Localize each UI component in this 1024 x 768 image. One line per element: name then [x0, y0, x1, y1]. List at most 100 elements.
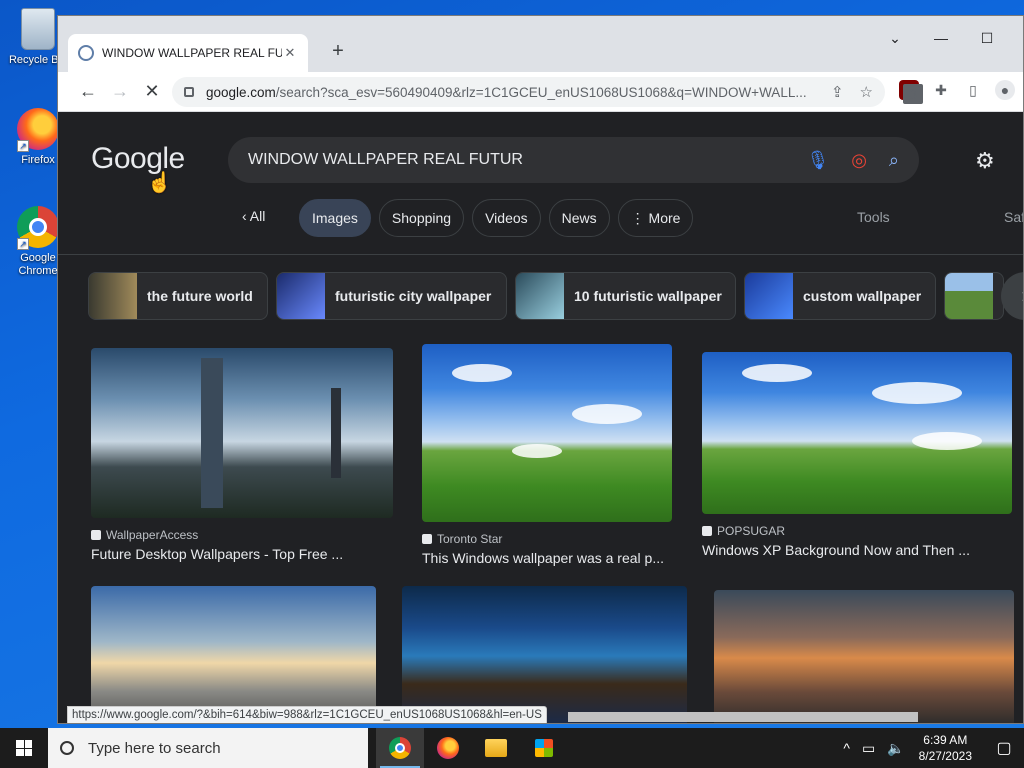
result-image[interactable] [402, 586, 687, 723]
maximize-button[interactable]: ☐ [964, 30, 1010, 47]
result-title[interactable]: This Windows wallpaper was a real p... [422, 550, 672, 566]
firefox-icon: ↗ [17, 108, 59, 152]
taskbar-chrome[interactable] [376, 728, 424, 768]
chrome-icon: ↗ [17, 206, 59, 250]
result-image[interactable] [714, 590, 1014, 723]
share-icon[interactable]: ⇪ [831, 83, 844, 101]
tab-strip: WINDOW WALLPAPER REAL FUTUR ✕ + ⌄ — ☐ [58, 16, 1023, 72]
system-tray: ^ ▭ 🔈 6:39 AM 8/27/2023 ▢ [837, 728, 1024, 768]
settings-gear-icon[interactable]: ⚙ [975, 148, 995, 174]
lock-icon[interactable] [184, 87, 194, 97]
recycle-bin-icon [21, 8, 55, 50]
result-source[interactable]: POPSUGAR [702, 524, 1012, 538]
filter-videos[interactable]: Videos [472, 199, 541, 237]
loading-favicon-icon [78, 45, 94, 61]
google-images-page: Google ☝ WINDOW WALLPAPER REAL FUTUR 🎙 ◎… [58, 112, 1023, 723]
tab-search-button[interactable]: ⌄ [872, 30, 918, 47]
chevron-left-icon: ‹ [242, 208, 250, 224]
taskbar-search[interactable]: Type here to search [48, 728, 368, 768]
related-thumbnail [277, 273, 325, 319]
back-button[interactable]: ← [72, 81, 104, 102]
chevron-right-icon[interactable]: › [1001, 272, 1023, 320]
filter-chips: Images Shopping Videos News ⋮ More [299, 199, 694, 237]
minimize-button[interactable]: — [918, 30, 964, 46]
filter-shopping[interactable]: Shopping [378, 199, 465, 237]
result-image[interactable] [91, 348, 393, 518]
image-result[interactable]: Toronto Star This Windows wallpaper was … [422, 344, 672, 566]
result-title[interactable]: Windows XP Background Now and Then ... [702, 542, 1012, 558]
clock-time: 6:39 AM [923, 733, 968, 747]
shortcut-arrow-icon: ↗ [17, 238, 29, 250]
related-chip[interactable]: 10 futuristic wallpaper [515, 272, 736, 320]
related-chip[interactable]: the future world [88, 272, 268, 320]
related-thumbnail [945, 273, 993, 319]
search-box[interactable]: WINDOW WALLPAPER REAL FUTUR 🎙 ◎ ⌕ [228, 137, 919, 183]
hand-cursor-icon: ☝ [147, 172, 172, 194]
volume-icon[interactable]: 🔈 [887, 740, 904, 757]
shortcut-arrow-icon: ↗ [17, 140, 29, 152]
search-query[interactable]: WINDOW WALLPAPER REAL FUTUR [248, 151, 784, 169]
side-panel-icon[interactable]: ▯ [963, 80, 983, 100]
filter-images[interactable]: Images [299, 199, 371, 237]
result-image[interactable] [702, 352, 1012, 514]
lens-search-icon[interactable]: ◎ [851, 150, 867, 171]
voice-search-icon[interactable]: 🎙 [806, 150, 829, 171]
result-title[interactable]: Future Desktop Wallpapers - Top Free ... [91, 546, 393, 562]
image-result[interactable] [402, 586, 687, 723]
tools-button[interactable]: Tools [857, 209, 890, 225]
filter-more[interactable]: ⋮ More [617, 199, 694, 237]
tab-close-icon[interactable]: ✕ [282, 45, 298, 61]
related-chip[interactable]: futuristic city wallpaper [276, 272, 507, 320]
site-favicon-icon [91, 530, 101, 540]
horizontal-scrollbar[interactable] [568, 712, 918, 722]
related-thumbnail [516, 273, 564, 319]
folder-icon [485, 739, 507, 757]
chevron-up-icon[interactable]: ^ [843, 740, 850, 756]
bookmark-star-icon[interactable]: ☆ [860, 83, 873, 101]
store-icon [535, 739, 553, 757]
result-source[interactable]: Toronto Star [422, 532, 672, 546]
result-source[interactable]: WallpaperAccess [91, 528, 393, 542]
profile-avatar-icon[interactable]: ● [995, 80, 1015, 100]
browser-toolbar: ← → ✕ google.com/search?sca_esv=56049040… [58, 72, 1023, 112]
taskbar-firefox[interactable] [424, 728, 472, 768]
related-chip[interactable] [944, 272, 1004, 320]
forward-button[interactable]: → [104, 81, 136, 102]
taskbar-search-placeholder: Type here to search [88, 739, 221, 757]
stop-button[interactable]: ✕ [136, 81, 168, 102]
start-button[interactable] [0, 728, 48, 768]
related-thumbnail [745, 273, 793, 319]
windows-logo-icon [16, 740, 32, 756]
image-result[interactable] [714, 590, 1014, 723]
firefox-icon [437, 737, 459, 759]
taskbar-store[interactable] [520, 728, 568, 768]
related-chip[interactable]: custom wallpaper [744, 272, 936, 320]
ublock-extension-icon[interactable]: uB3 [899, 80, 923, 104]
url-text[interactable]: google.com/search?sca_esv=560490409&rlz=… [206, 85, 815, 100]
filter-news[interactable]: News [548, 199, 610, 237]
tab-title: WINDOW WALLPAPER REAL FUTUR [102, 46, 282, 60]
site-favicon-icon [702, 526, 712, 536]
filter-all[interactable]: ‹ All [242, 208, 265, 224]
notification-icon[interactable]: ▢ [984, 738, 1024, 758]
taskbar: Type here to search ^ ▭ 🔈 6:39 AM 8/27/2… [0, 728, 1024, 768]
status-bubble: https://www.google.com/?&bih=614&biw=988… [67, 706, 547, 723]
result-image[interactable] [422, 344, 672, 522]
related-searches: the future world futuristic city wallpap… [88, 272, 1004, 320]
browser-window: WINDOW WALLPAPER REAL FUTUR ✕ + ⌄ — ☐ ← … [57, 15, 1024, 724]
image-result[interactable] [91, 586, 376, 723]
site-favicon-icon [422, 534, 432, 544]
result-image[interactable] [91, 586, 376, 723]
safesearch-button[interactable]: Saf [1004, 209, 1023, 225]
image-result[interactable]: WallpaperAccess Future Desktop Wallpaper… [91, 348, 393, 562]
image-result[interactable]: POPSUGAR Windows XP Background Now and T… [702, 352, 1012, 558]
search-icon[interactable]: ⌕ [889, 150, 899, 171]
clock[interactable]: 6:39 AM 8/27/2023 [919, 732, 972, 764]
extensions-puzzle-icon[interactable]: ✚ [931, 80, 951, 100]
taskbar-file-explorer[interactable] [472, 728, 520, 768]
network-icon[interactable]: ▭ [862, 740, 875, 757]
chrome-icon [389, 737, 411, 759]
active-tab[interactable]: WINDOW WALLPAPER REAL FUTUR ✕ [68, 34, 308, 72]
new-tab-button[interactable]: + [328, 40, 348, 63]
address-bar[interactable]: google.com/search?sca_esv=560490409&rlz=… [172, 77, 885, 107]
